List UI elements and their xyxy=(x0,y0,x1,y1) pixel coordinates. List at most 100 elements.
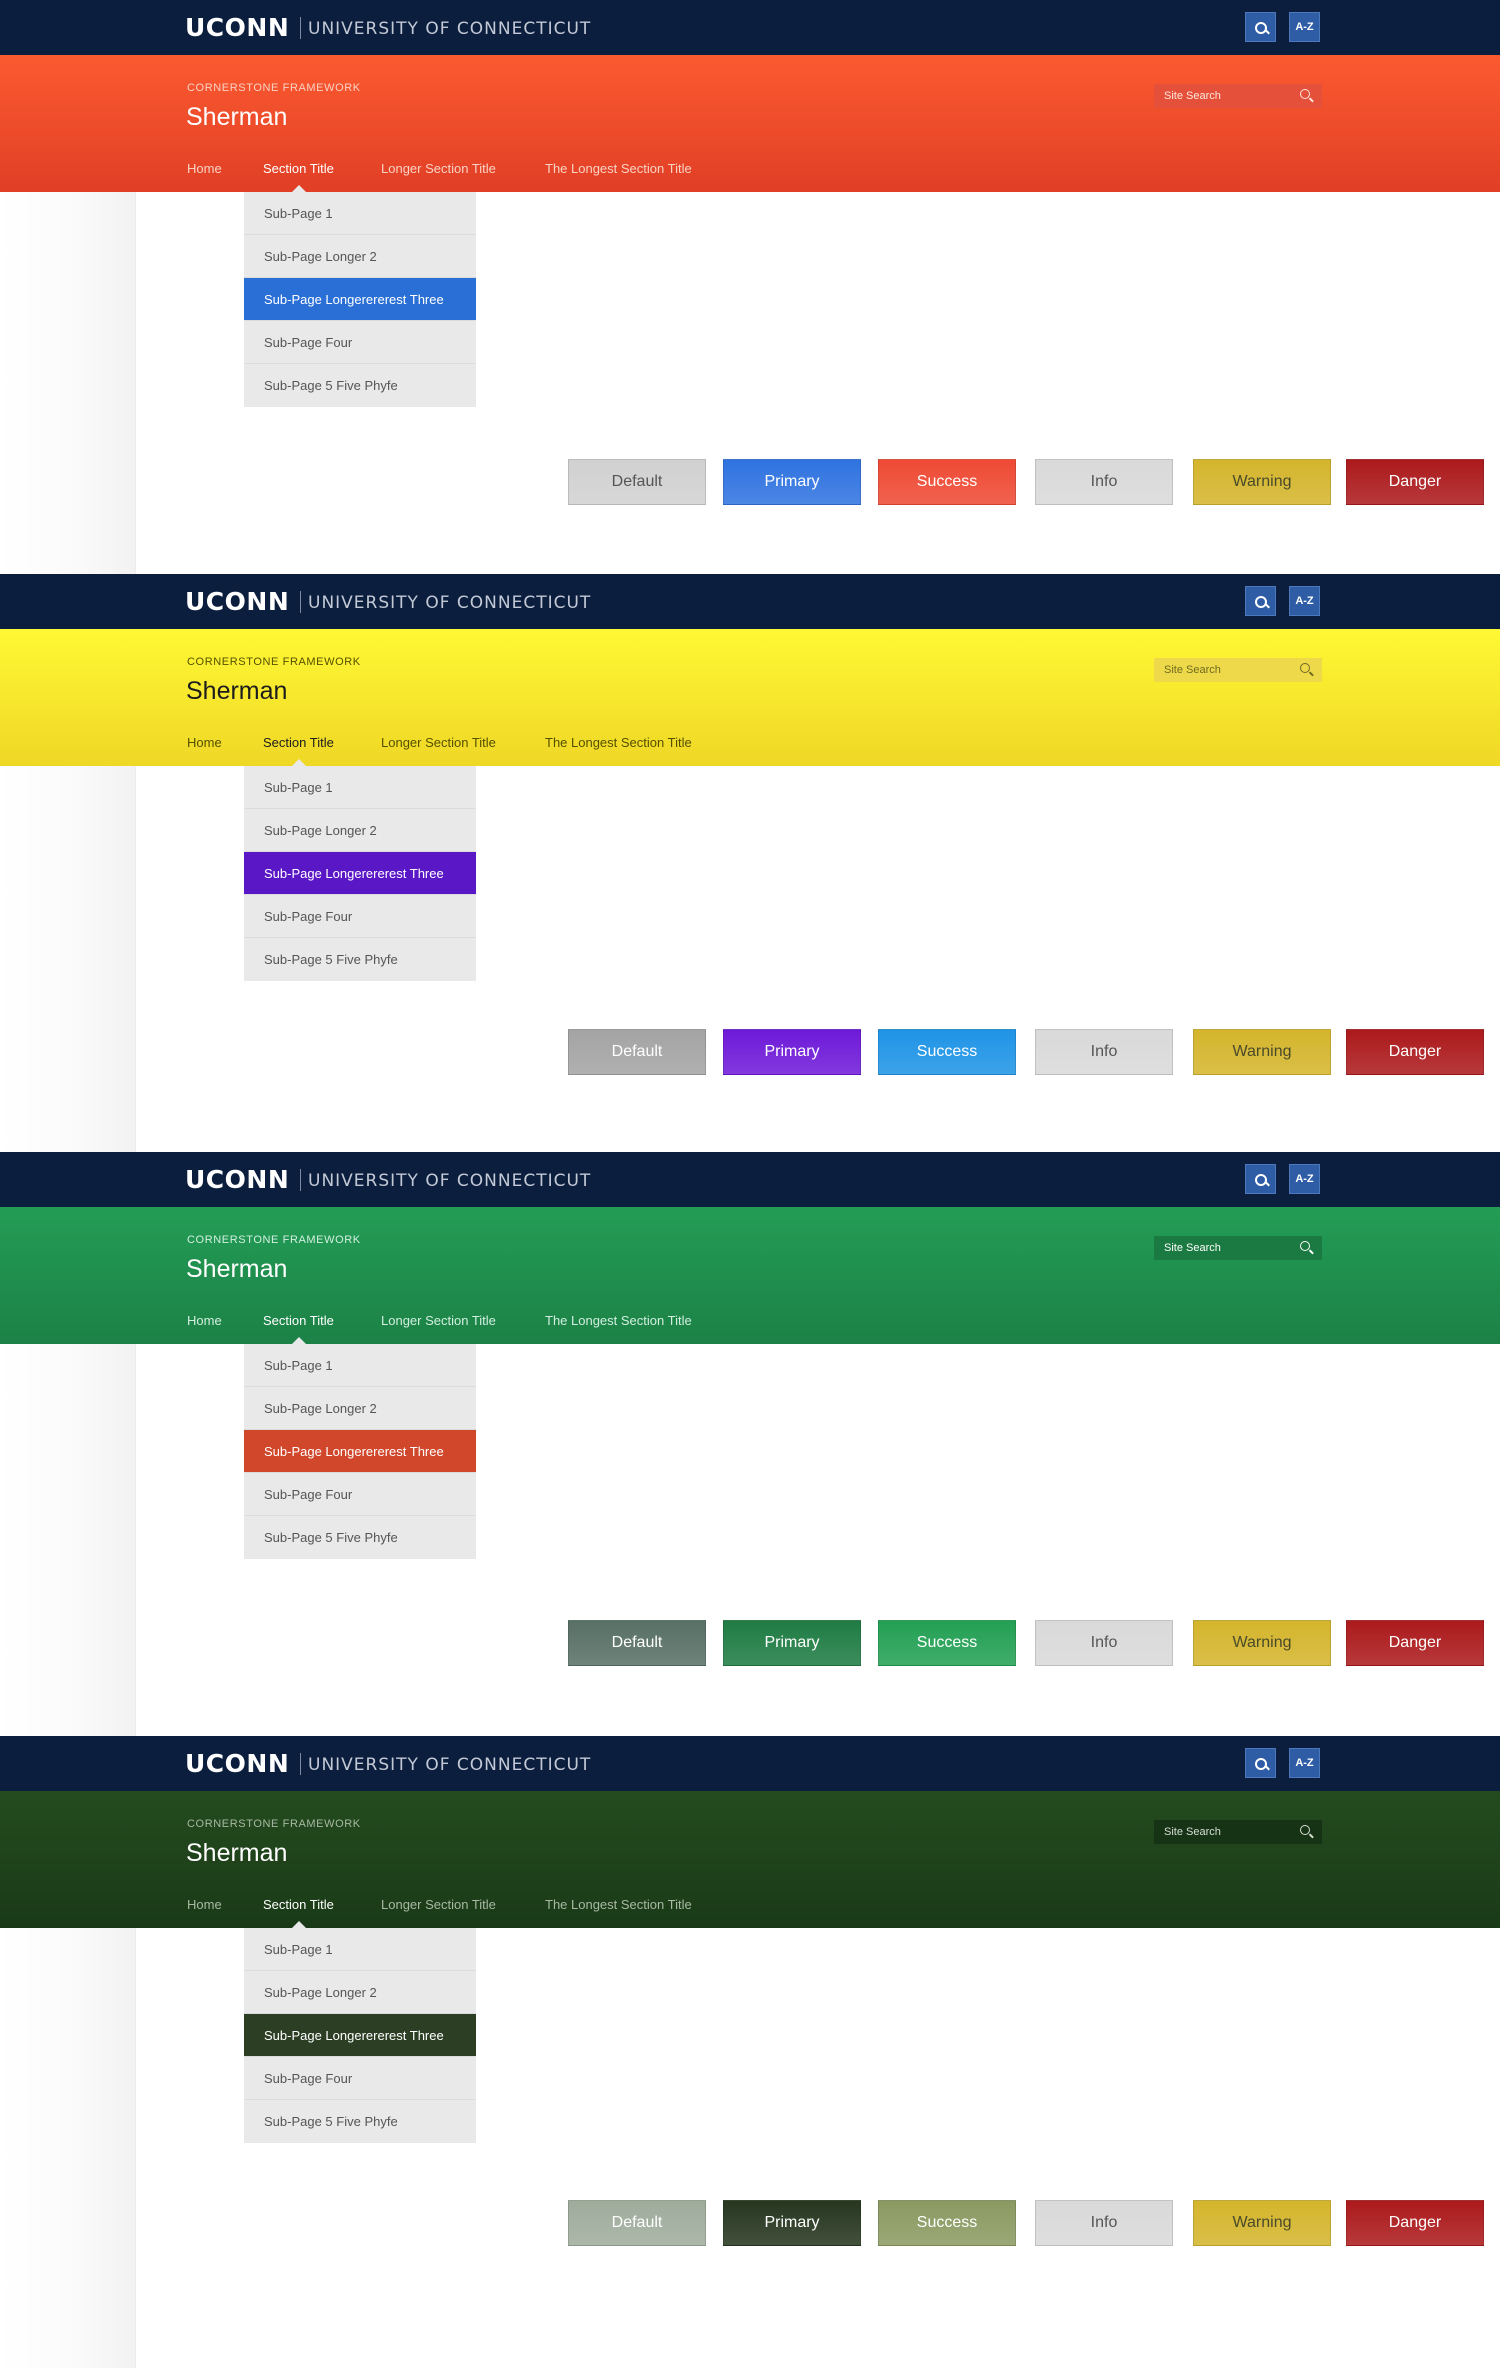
success-button[interactable]: Success xyxy=(878,1029,1016,1075)
dropdown-item-4[interactable]: Sub-Page Four xyxy=(244,895,476,938)
uconn-logo[interactable]: UCONN xyxy=(185,13,289,43)
search-icon xyxy=(1255,595,1267,608)
az-index-button[interactable]: A-Z xyxy=(1289,12,1320,42)
primary-button[interactable]: Primary xyxy=(723,2200,861,2246)
dropdown-item-5[interactable]: Sub-Page 5 Five Phyfe xyxy=(244,1516,476,1559)
default-button[interactable]: Default xyxy=(568,459,706,505)
search-placeholder: Site Search xyxy=(1164,90,1221,102)
dropdown-item-1[interactable]: Sub-Page 1 xyxy=(244,192,476,235)
section-dropdown-menu: Sub-Page 1 Sub-Page Longer 2 Sub-Page Long… xyxy=(244,1344,476,1559)
default-button[interactable]: Default xyxy=(568,2200,706,2246)
az-index-button[interactable]: A-Z xyxy=(1289,1748,1320,1778)
top-search-button[interactable] xyxy=(1245,12,1276,42)
nav-item-longer-section-title[interactable]: Longer Section Title xyxy=(381,1313,496,1329)
button-row-yellow: Default Primary Success Info Warning Danger xyxy=(0,1029,1500,1075)
nav-item-section-title[interactable]: Section Title xyxy=(263,161,334,177)
success-button[interactable]: Success xyxy=(878,459,1016,505)
uconn-logo[interactable]: UCONN xyxy=(185,587,289,617)
default-button[interactable]: Default xyxy=(568,1029,706,1075)
site-title[interactable]: Sherman xyxy=(186,676,287,706)
success-button[interactable]: Success xyxy=(878,1620,1016,1666)
site-search-input[interactable]: Site Search xyxy=(1154,1236,1322,1260)
success-button[interactable]: Success xyxy=(878,2200,1016,2246)
nav-item-longer-section-title[interactable]: Longer Section Title xyxy=(381,161,496,177)
dropdown-item-1[interactable]: Sub-Page 1 xyxy=(244,1928,476,1971)
primary-button[interactable]: Primary xyxy=(723,459,861,505)
dropdown-item-3[interactable]: Sub-Page Longerererest Three xyxy=(244,852,476,895)
university-name[interactable]: UNIVERSITY OF CONNECTICUT xyxy=(308,1755,591,1775)
search-icon[interactable] xyxy=(1300,1241,1314,1255)
site-title[interactable]: Sherman xyxy=(186,102,287,132)
theme-variant-yellow: UCONN UNIVERSITY OF CONNECTICUT A-Z CORNERS… xyxy=(0,574,1500,1094)
nav-item-longest-section-title[interactable]: The Longest Section Title xyxy=(545,161,692,177)
nav-item-longer-section-title[interactable]: Longer Section Title xyxy=(381,735,496,751)
danger-button[interactable]: Danger xyxy=(1346,1620,1484,1666)
site-title[interactable]: Sherman xyxy=(186,1254,287,1284)
primary-button[interactable]: Primary xyxy=(723,1620,861,1666)
info-button[interactable]: Info xyxy=(1035,1029,1173,1075)
section-dropdown-menu: Sub-Page 1 Sub-Page Longer 2 Sub-Page Long… xyxy=(244,766,476,981)
university-name[interactable]: UNIVERSITY OF CONNECTICUT xyxy=(308,1171,591,1191)
nav-item-longest-section-title[interactable]: The Longest Section Title xyxy=(545,735,692,751)
dropdown-item-3[interactable]: Sub-Page Longerererest Three xyxy=(244,1430,476,1473)
dropdown-item-4[interactable]: Sub-Page Four xyxy=(244,1473,476,1516)
dropdown-item-1[interactable]: Sub-Page 1 xyxy=(244,1344,476,1387)
default-button[interactable]: Default xyxy=(568,1620,706,1666)
framework-label: CORNERSTONE FRAMEWORK xyxy=(187,656,361,668)
search-icon[interactable] xyxy=(1300,89,1314,103)
warning-button[interactable]: Warning xyxy=(1193,459,1331,505)
site-search-input[interactable]: Site Search xyxy=(1154,1820,1322,1844)
info-button[interactable]: Info xyxy=(1035,2200,1173,2246)
dropdown-item-2[interactable]: Sub-Page Longer 2 xyxy=(244,235,476,278)
warning-button[interactable]: Warning xyxy=(1193,1029,1331,1075)
logo-divider xyxy=(300,1753,301,1775)
nav-item-section-title[interactable]: Section Title xyxy=(263,1897,334,1913)
dropdown-item-2[interactable]: Sub-Page Longer 2 xyxy=(244,809,476,852)
site-header-band: CORNERSTONE FRAMEWORK Sherman Site Search xyxy=(0,1207,1500,1344)
top-search-button[interactable] xyxy=(1245,1748,1276,1778)
site-search-input[interactable]: Site Search xyxy=(1154,84,1322,108)
info-button[interactable]: Info xyxy=(1035,459,1173,505)
framework-label: CORNERSTONE FRAMEWORK xyxy=(187,1234,361,1246)
search-icon[interactable] xyxy=(1300,1825,1314,1839)
dropdown-item-2[interactable]: Sub-Page Longer 2 xyxy=(244,1971,476,2014)
search-icon[interactable] xyxy=(1300,663,1314,677)
dropdown-item-4[interactable]: Sub-Page Four xyxy=(244,321,476,364)
dropdown-item-1[interactable]: Sub-Page 1 xyxy=(244,766,476,809)
warning-button[interactable]: Warning xyxy=(1193,2200,1331,2246)
nav-item-longer-section-title[interactable]: Longer Section Title xyxy=(381,1897,496,1913)
search-placeholder: Site Search xyxy=(1164,1242,1221,1254)
nav-item-longest-section-title[interactable]: The Longest Section Title xyxy=(545,1897,692,1913)
az-index-button[interactable]: A-Z xyxy=(1289,586,1320,616)
nav-item-home[interactable]: Home xyxy=(187,1313,222,1329)
primary-button[interactable]: Primary xyxy=(723,1029,861,1075)
top-search-button[interactable] xyxy=(1245,586,1276,616)
dropdown-item-3[interactable]: Sub-Page Longerererest Three xyxy=(244,2014,476,2057)
az-index-button[interactable]: A-Z xyxy=(1289,1164,1320,1194)
dropdown-item-5[interactable]: Sub-Page 5 Five Phyfe xyxy=(244,364,476,407)
dropdown-item-4[interactable]: Sub-Page Four xyxy=(244,2057,476,2100)
dropdown-item-5[interactable]: Sub-Page 5 Five Phyfe xyxy=(244,2100,476,2143)
warning-button[interactable]: Warning xyxy=(1193,1620,1331,1666)
danger-button[interactable]: Danger xyxy=(1346,1029,1484,1075)
dropdown-item-5[interactable]: Sub-Page 5 Five Phyfe xyxy=(244,938,476,981)
nav-item-section-title[interactable]: Section Title xyxy=(263,1313,334,1329)
danger-button[interactable]: Danger xyxy=(1346,459,1484,505)
university-name[interactable]: UNIVERSITY OF CONNECTICUT xyxy=(308,19,591,39)
nav-item-home[interactable]: Home xyxy=(187,161,222,177)
site-title[interactable]: Sherman xyxy=(186,1838,287,1868)
uconn-logo[interactable]: UCONN xyxy=(185,1165,289,1195)
uconn-logo[interactable]: UCONN xyxy=(185,1749,289,1779)
university-name[interactable]: UNIVERSITY OF CONNECTICUT xyxy=(308,593,591,613)
danger-button[interactable]: Danger xyxy=(1346,2200,1484,2246)
info-button[interactable]: Info xyxy=(1035,1620,1173,1666)
dropdown-item-2[interactable]: Sub-Page Longer 2 xyxy=(244,1387,476,1430)
dropdown-item-3[interactable]: Sub-Page Longerererest Three xyxy=(244,278,476,321)
nav-item-home[interactable]: Home xyxy=(187,735,222,751)
nav-item-home[interactable]: Home xyxy=(187,1897,222,1913)
search-placeholder: Site Search xyxy=(1164,1826,1221,1838)
nav-item-longest-section-title[interactable]: The Longest Section Title xyxy=(545,1313,692,1329)
site-search-input[interactable]: Site Search xyxy=(1154,658,1322,682)
nav-item-section-title[interactable]: Section Title xyxy=(263,735,334,751)
top-search-button[interactable] xyxy=(1245,1164,1276,1194)
